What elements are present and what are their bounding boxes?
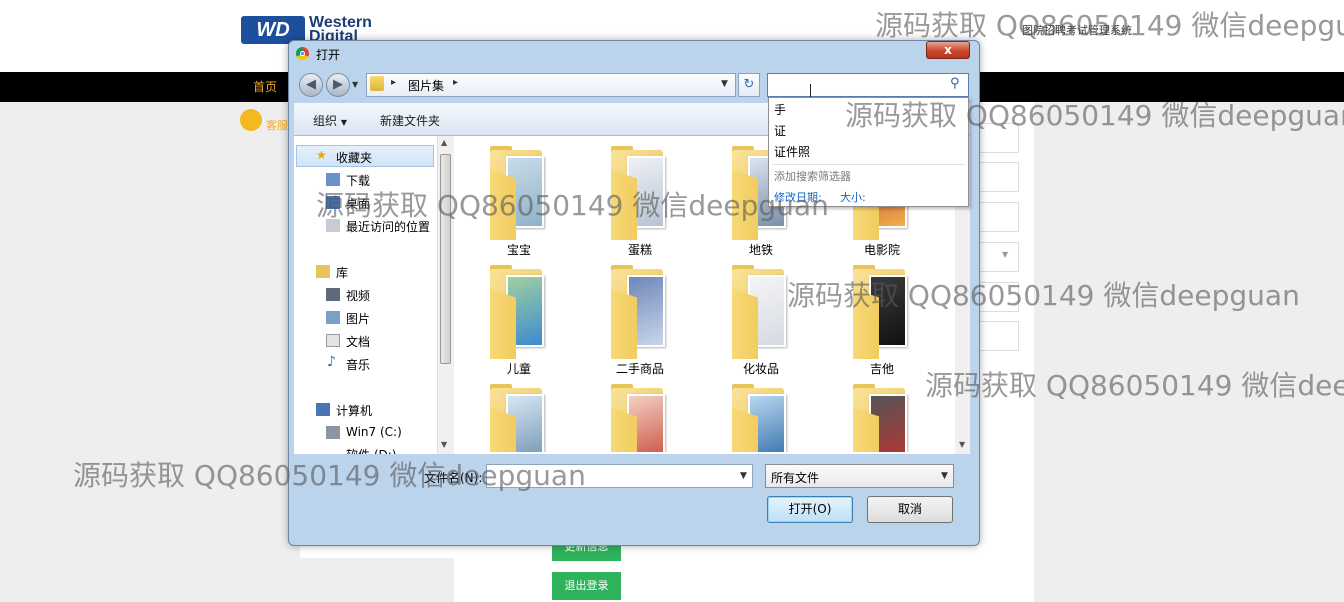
file-type-select[interactable]: 所有文件 xyxy=(765,464,954,488)
watermark: 源码获取 QQ86050149 微信deepguan xyxy=(925,369,1344,402)
forward-button[interactable]: ▶ xyxy=(326,73,350,97)
recent-locations-dropdown[interactable]: ▼ xyxy=(352,80,358,89)
breadcrumb-location[interactable]: 图片集 xyxy=(408,77,444,94)
folder-label[interactable]: 化妆品 xyxy=(721,360,801,377)
nav-item-music[interactable]: 音乐 xyxy=(346,356,370,373)
form-field[interactable] xyxy=(978,162,1019,192)
folder-label[interactable]: 地铁 xyxy=(721,241,801,258)
folder-item[interactable] xyxy=(601,261,673,359)
form-field[interactable] xyxy=(978,321,1019,351)
computer-icon xyxy=(316,403,330,416)
music-icon: ♪ xyxy=(327,354,336,370)
nav-item-drive-c[interactable]: Win7 (C:) xyxy=(346,425,402,439)
organize-menu[interactable]: 组织 ▼ xyxy=(313,112,347,129)
chrome-icon xyxy=(296,47,309,60)
add-search-filter-label: 添加搜索筛选器 xyxy=(774,170,851,183)
folder-item[interactable] xyxy=(480,380,552,452)
scroll-up-icon[interactable]: ▲ xyxy=(441,138,447,147)
chevron-down-icon: ▼ xyxy=(1002,250,1009,259)
filename-dropdown-icon[interactable]: ▼ xyxy=(740,471,747,481)
watermark: 源码获取 QQ86050149 微信deepguan xyxy=(845,99,1344,132)
suggestion-divider xyxy=(772,164,965,165)
watermark: 源码获取 QQ86050149 微信deepguan xyxy=(73,459,586,492)
address-dropdown-icon[interactable]: ▼ xyxy=(721,79,728,89)
pictures-icon xyxy=(326,311,340,324)
star-icon: ★ xyxy=(316,148,327,162)
suggestion-item[interactable]: 证 xyxy=(774,122,786,139)
nav-item-documents[interactable]: 文档 xyxy=(346,333,370,350)
wechat-icon[interactable] xyxy=(240,109,262,131)
form-select[interactable]: ▼ xyxy=(978,242,1019,272)
folder-icon xyxy=(370,76,384,91)
breadcrumb-arrow-icon[interactable]: ▸ xyxy=(391,77,396,88)
back-button[interactable]: ◀ xyxy=(299,73,323,97)
refresh-icon: ↻ xyxy=(743,77,755,92)
suggestion-item[interactable]: 手 xyxy=(774,101,786,118)
folder-item[interactable] xyxy=(480,261,552,359)
watermark: 源码获取 QQ86050149 微信deepguan xyxy=(316,189,829,222)
forward-arrow-icon: ▶ xyxy=(333,77,343,92)
folder-label[interactable]: 蛋糕 xyxy=(600,241,680,258)
folder-label[interactable]: 吉他 xyxy=(842,360,922,377)
nav-item-favorites[interactable]: 收藏夹 xyxy=(336,149,372,166)
cancel-button[interactable]: 取消 xyxy=(867,496,953,523)
folder-label[interactable]: 宝宝 xyxy=(479,241,559,258)
folder-label[interactable]: 儿童 xyxy=(479,360,559,377)
logout-button[interactable]: 退出登录 xyxy=(552,572,621,600)
scroll-down-icon[interactable]: ▼ xyxy=(959,440,965,449)
library-icon xyxy=(316,265,330,278)
folder-label[interactable]: 二手商品 xyxy=(600,360,680,377)
nav-item-pictures[interactable]: 图片 xyxy=(346,310,370,327)
form-field[interactable] xyxy=(978,202,1019,232)
refresh-button[interactable]: ↻ xyxy=(738,73,760,97)
folder-item[interactable] xyxy=(722,261,794,359)
folder-label[interactable]: 电影院 xyxy=(842,241,922,258)
folder-item[interactable] xyxy=(722,380,794,452)
drive-icon xyxy=(326,426,340,439)
breadcrumb-arrow-icon[interactable]: ▸ xyxy=(453,77,458,88)
chevron-down-icon: ▼ xyxy=(340,118,347,127)
file-type-dropdown-icon[interactable]: ▼ xyxy=(941,471,948,481)
nav-item-videos[interactable]: 视频 xyxy=(346,287,370,304)
new-folder-button[interactable]: 新建文件夹 xyxy=(380,112,440,129)
scroll-down-icon[interactable]: ▼ xyxy=(441,440,447,449)
nav-home-link[interactable]: 首页 xyxy=(253,78,277,95)
wechat-label[interactable]: 客服 xyxy=(266,117,288,133)
suggestion-item[interactable]: 证件照 xyxy=(774,143,810,160)
nav-item-drive-d[interactable]: 软件 (D:) xyxy=(346,446,396,454)
nav-item-computer[interactable]: 计算机 xyxy=(336,402,372,419)
watermark: 源码获取 QQ86050149 微信deepguan xyxy=(787,279,1300,312)
video-icon xyxy=(326,288,340,301)
watermark: 源码获取 QQ86050149 微信deepguan xyxy=(875,9,1344,42)
document-icon xyxy=(326,334,340,347)
filter-size-link[interactable]: 大小: xyxy=(840,189,866,205)
folder-item[interactable] xyxy=(601,380,673,452)
folder-item[interactable] xyxy=(843,380,915,452)
organize-label: 组织 xyxy=(313,114,338,128)
dialog-title: 打开 xyxy=(316,48,341,62)
search-icon[interactable]: ⚲ xyxy=(950,76,960,91)
nav-item-library[interactable]: 库 xyxy=(336,264,348,281)
back-arrow-icon: ◀ xyxy=(306,77,316,92)
open-button[interactable]: 打开(O) xyxy=(767,496,853,523)
